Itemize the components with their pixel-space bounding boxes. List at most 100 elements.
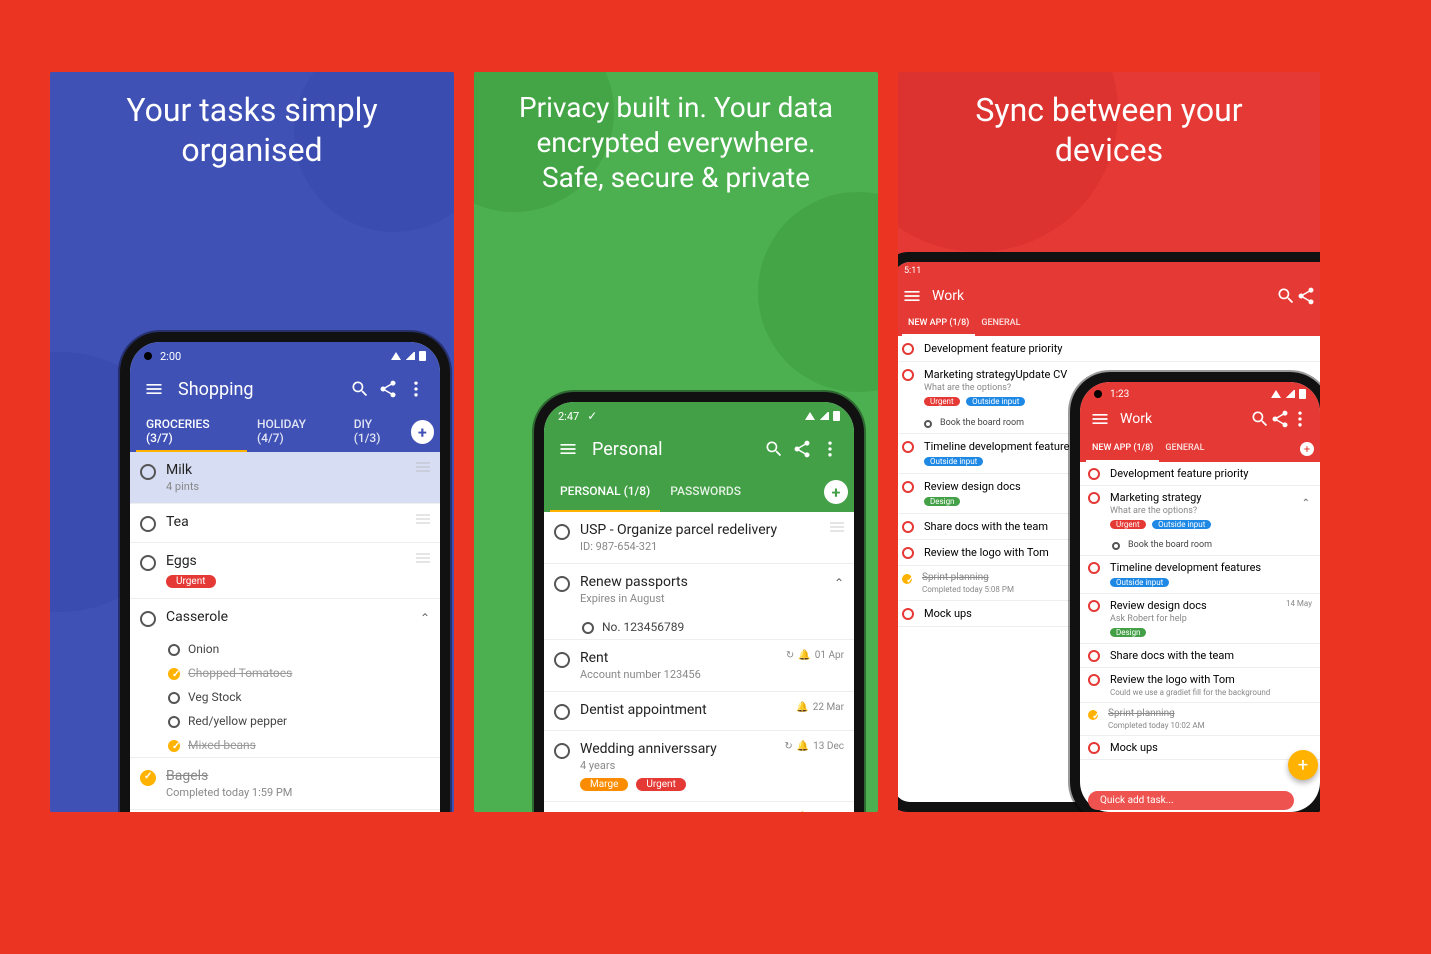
subtask[interactable]: No. 123456789 (572, 615, 854, 639)
task-eggs[interactable]: Eggs Urgent (130, 543, 440, 599)
task-item[interactable]: Mock ups (1080, 736, 1320, 760)
checkbox-icon[interactable] (140, 555, 156, 571)
subtask[interactable]: Red/yellow pepper (158, 709, 440, 733)
search-icon[interactable] (1276, 286, 1296, 306)
checkbox-done-icon[interactable] (168, 740, 180, 752)
checkbox-done-icon[interactable] (168, 668, 180, 680)
add-tab-button[interactable]: + (1300, 442, 1314, 456)
subtask[interactable]: Book the board room (1102, 535, 1320, 555)
checkbox-icon[interactable] (554, 652, 570, 668)
menu-icon[interactable] (1090, 409, 1110, 429)
checkbox-icon[interactable] (168, 692, 180, 704)
tab-groceries[interactable]: GROCERIES (3/7) (136, 412, 247, 452)
search-icon[interactable] (1250, 409, 1270, 429)
checkbox-icon[interactable] (554, 576, 570, 592)
checkbox-icon[interactable] (924, 420, 932, 428)
checkbox-icon[interactable] (168, 716, 180, 728)
task-bagels[interactable]: Bagels Completed today 1:59 PM (130, 758, 440, 810)
share-icon[interactable] (788, 435, 816, 463)
checkbox-icon[interactable] (902, 547, 914, 559)
more-icon[interactable] (1316, 286, 1320, 306)
chevron-up-icon[interactable]: ⌃ (1302, 498, 1310, 509)
checkbox-icon[interactable] (902, 608, 914, 620)
add-tab-button[interactable]: + (411, 420, 434, 444)
drag-handle-icon[interactable] (416, 553, 430, 563)
checkbox-icon[interactable] (1088, 600, 1100, 612)
task-item[interactable]: Sprint planning Completed today 10:02 AM (1080, 703, 1320, 736)
more-icon[interactable] (402, 375, 430, 403)
menu-icon[interactable] (140, 375, 168, 403)
checkbox-icon[interactable] (168, 644, 180, 656)
more-icon[interactable] (816, 435, 844, 463)
checkbox-icon[interactable] (1112, 542, 1120, 550)
checkbox-icon[interactable] (902, 481, 914, 493)
checkbox-done-icon[interactable] (140, 770, 156, 786)
checkbox-icon[interactable] (1088, 562, 1100, 574)
tab-holiday[interactable]: HOLIDAY (4/7) (247, 412, 344, 452)
checkbox-done-icon[interactable] (902, 574, 912, 584)
checkbox-icon[interactable] (582, 622, 594, 634)
tab-personal[interactable]: PERSONAL (1/8) (550, 472, 660, 512)
task-item[interactable]: Share docs with the team (1080, 644, 1320, 668)
checkbox-icon[interactable] (902, 369, 914, 381)
checkbox-icon[interactable] (140, 464, 156, 480)
checkbox-icon[interactable] (902, 521, 914, 533)
quick-add-input[interactable]: Quick add task... (1080, 785, 1320, 812)
checkbox-icon[interactable] (554, 524, 570, 540)
checkbox-icon[interactable] (902, 343, 914, 355)
chevron-up-icon[interactable]: ⌃ (834, 576, 844, 590)
checkbox-icon[interactable] (902, 441, 914, 453)
more-icon[interactable] (1290, 409, 1310, 429)
share-icon[interactable] (1270, 409, 1290, 429)
task-item[interactable]: Marketing strategy What are the options?… (1080, 486, 1320, 535)
checkbox-icon[interactable] (554, 704, 570, 720)
task-wedding[interactable]: Wedding anniverssary 4 years Marge Urgen… (544, 731, 854, 802)
checkbox-icon[interactable] (1088, 674, 1100, 686)
task-apples[interactable]: Apples Completed today 1:59 PM (130, 810, 440, 812)
menu-icon[interactable] (902, 286, 922, 306)
drag-handle-icon[interactable] (416, 514, 430, 524)
share-icon[interactable] (374, 375, 402, 403)
task-drycleaning[interactable]: Pick up dry cleaning 🔔22 Mar (544, 802, 854, 812)
checkbox-icon[interactable] (554, 743, 570, 759)
chevron-up-icon[interactable]: ⌃ (420, 611, 430, 625)
add-tab-button[interactable]: + (824, 480, 848, 504)
checkbox-icon[interactable] (1088, 468, 1100, 480)
task-casserole[interactable]: Casserole ⌃ (130, 599, 440, 637)
drag-handle-icon[interactable] (416, 462, 430, 472)
task-item[interactable]: Review the logo with Tom Could we use a … (1080, 668, 1320, 703)
tab-general[interactable]: GENERAL (1159, 436, 1210, 462)
task-usp[interactable]: USP - Organize parcel redelivery ID: 987… (544, 512, 854, 564)
checkbox-icon[interactable] (1088, 742, 1100, 754)
task-item[interactable]: Review design docs Ask Robert for help D… (1080, 594, 1320, 644)
task-item[interactable]: Timeline development features Outside in… (1080, 556, 1320, 594)
tab-general[interactable]: GENERAL (975, 312, 1026, 336)
fab-add-button[interactable]: + (1288, 750, 1318, 780)
drag-handle-icon[interactable] (830, 522, 844, 532)
subtask[interactable]: Chopped Tomatoes (158, 661, 440, 685)
task-dentist[interactable]: Dentist appointment 🔔22 Mar (544, 692, 854, 731)
tab-new-app[interactable]: NEW APP (1/8) (902, 312, 975, 336)
tab-new-app[interactable]: NEW APP (1/8) (1086, 436, 1159, 462)
share-icon[interactable] (1296, 286, 1316, 306)
checkbox-icon[interactable] (140, 516, 156, 532)
subtask[interactable]: Veg Stock (158, 685, 440, 709)
task-item[interactable]: Development feature priority (898, 336, 1320, 362)
subtask[interactable]: Mixed beans (158, 733, 440, 757)
menu-icon[interactable] (554, 435, 582, 463)
task-passports[interactable]: Renew passports Expires in August ⌃ (544, 564, 854, 615)
checkbox-icon[interactable] (140, 611, 156, 627)
task-tea[interactable]: Tea (130, 504, 440, 543)
checkbox-icon[interactable] (1088, 492, 1100, 504)
send-icon[interactable] (1302, 795, 1312, 807)
task-milk[interactable]: Milk 4 pints (130, 452, 440, 504)
checkbox-done-icon[interactable] (1088, 710, 1098, 720)
tab-passwords[interactable]: PASSWORDS (660, 472, 751, 512)
checkbox-icon[interactable] (1088, 650, 1100, 662)
search-icon[interactable] (346, 375, 374, 403)
tab-diy[interactable]: DIY (1/3) (344, 412, 411, 452)
search-icon[interactable] (760, 435, 788, 463)
task-rent[interactable]: Rent Account number 123456 ↻🔔01 Apr (544, 640, 854, 692)
subtask[interactable]: Onion (158, 637, 440, 661)
task-item[interactable]: Development feature priority (1080, 462, 1320, 486)
